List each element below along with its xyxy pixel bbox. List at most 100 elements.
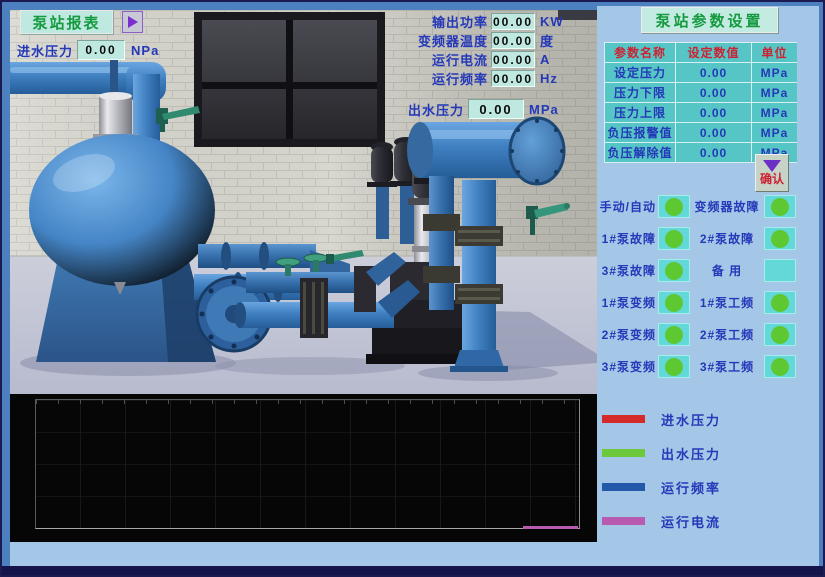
- output-power-value: 00.00: [491, 13, 535, 30]
- metric-row: 变频器温度 00.00 度: [370, 32, 572, 49]
- status-led: [665, 198, 683, 216]
- pump1-mains-label: 1#泵工频: [692, 294, 762, 311]
- pump1-fault-label: 1#泵故障: [597, 230, 656, 247]
- outlet-pressure-value: 0.00: [468, 99, 524, 119]
- indicator-row: 3#泵变频 3#泵工频: [597, 355, 819, 378]
- pump-station-3d-scene: 泵站报表 进水压力 0.00 NPa 输出功率 00.00 KW 变频器温度 0…: [10, 10, 597, 394]
- trend-plot-area: [35, 399, 580, 529]
- pump2-fault-label: 2#泵故障: [692, 230, 762, 247]
- legend-label-outlet: 出水压力: [661, 444, 721, 463]
- pump3-vfd-indicator: [658, 355, 690, 378]
- col-header-value: 设定数值: [676, 43, 751, 62]
- param-value-input[interactable]: 0.00: [676, 143, 751, 162]
- metric-row: 运行频率 00.00 Hz: [370, 70, 572, 87]
- run-current-unit: A: [540, 52, 572, 67]
- metrics-cluster: 输出功率 00.00 KW 变频器温度 00.00 度 运行电流 00.00 A…: [370, 13, 572, 89]
- param-unit: MPa: [752, 83, 797, 102]
- report-button-group: 泵站报表: [20, 10, 143, 34]
- legend-swatch-inlet: [602, 415, 645, 423]
- pump1-vfd-label: 1#泵变频: [597, 294, 656, 311]
- hmi-pump-station-screen: 泵站报表 进水压力 0.00 NPa 输出功率 00.00 KW 变频器温度 0…: [0, 0, 825, 577]
- status-led: [771, 198, 789, 216]
- confirm-button-label: 确认: [760, 170, 784, 187]
- inlet-pressure-value: 0.00: [77, 40, 125, 60]
- param-value-input[interactable]: 0.00: [676, 103, 751, 122]
- indicator-row: 手动/自动 变频器故障: [597, 195, 819, 218]
- pump2-mains-label: 2#泵工频: [692, 326, 762, 343]
- chart-gridlines: [36, 400, 579, 528]
- inverter-fault-label: 变频器故障: [692, 198, 762, 215]
- param-unit: MPa: [752, 123, 797, 142]
- inverter-temp-unit: 度: [540, 31, 572, 50]
- output-power-label: 输出功率: [370, 12, 488, 31]
- param-name: 设定压力: [605, 63, 675, 82]
- metric-row: 运行电流 00.00 A: [370, 51, 572, 68]
- spare-label: 备 用: [692, 262, 762, 279]
- outlet-pressure-group: 出水压力 0.00 MPa: [408, 99, 559, 119]
- report-button[interactable]: 泵站报表: [20, 10, 113, 34]
- spare-indicator: [764, 259, 796, 282]
- run-frequency-unit: Hz: [540, 71, 572, 86]
- status-led: [665, 358, 683, 376]
- inlet-pressure-group: 进水压力 0.00 NPa: [17, 40, 159, 60]
- pump3-mains-indicator: [764, 355, 796, 378]
- pump1-mains-indicator: [764, 291, 796, 314]
- legend-item: 进水压力: [602, 415, 721, 423]
- inlet-pressure-unit: NPa: [131, 43, 159, 58]
- inverter-temp-value: 00.00: [491, 32, 535, 49]
- metric-row: 输出功率 00.00 KW: [370, 13, 572, 30]
- outlet-pressure-unit: MPa: [529, 102, 559, 117]
- pump1-fault-indicator: [658, 227, 690, 250]
- confirm-button[interactable]: 确认: [755, 154, 789, 192]
- param-value-input[interactable]: 0.00: [676, 63, 751, 82]
- status-led: [665, 230, 683, 248]
- status-led: [665, 326, 683, 344]
- param-value-input[interactable]: 0.00: [676, 123, 751, 142]
- indicator-row: 3#泵故障 备 用: [597, 259, 819, 282]
- status-led: [665, 262, 683, 280]
- output-power-unit: KW: [540, 14, 572, 29]
- outlet-pressure-label: 出水压力: [408, 100, 464, 119]
- status-led: [771, 294, 789, 312]
- pump3-fault-indicator: [658, 259, 690, 282]
- param-unit: MPa: [752, 103, 797, 122]
- param-name: 压力上限: [605, 103, 675, 122]
- settings-panel: 泵站参数设置 参数名称 设定数值 单位 设定压力 0.00 MPa 压力下限 0…: [597, 6, 819, 570]
- run-frequency-label: 运行频率: [370, 69, 488, 88]
- settings-panel-title: 泵站参数设置: [641, 7, 778, 33]
- legend-label-inlet: 进水压力: [661, 410, 721, 429]
- legend-item: 运行频率: [602, 483, 721, 491]
- inlet-pressure-label: 进水压力: [17, 41, 73, 60]
- param-name: 负压解除值: [605, 143, 675, 162]
- indicator-row: 1#泵变频 1#泵工频: [597, 291, 819, 314]
- trend-legend: 进水压力 出水压力 运行频率 运行电流: [602, 415, 721, 551]
- param-name: 压力下限: [605, 83, 675, 102]
- manual-auto-label: 手动/自动: [597, 198, 656, 215]
- col-header-unit: 单位: [752, 43, 797, 62]
- pump2-fault-indicator: [764, 227, 796, 250]
- chart-footer-strip: [10, 542, 597, 568]
- status-indicators: 手动/自动 变频器故障 1#泵故障 2#泵故障 3#泵故障 备 用 1#泵变频: [597, 195, 819, 387]
- status-led: [771, 326, 789, 344]
- pump3-vfd-label: 3#泵变频: [597, 358, 656, 375]
- indicator-row: 2#泵变频 2#泵工频: [597, 323, 819, 346]
- pump3-mains-label: 3#泵工频: [692, 358, 762, 375]
- status-led: [771, 230, 789, 248]
- param-name: 负压报警值: [605, 123, 675, 142]
- status-led: [771, 358, 789, 376]
- run-frequency-value: 00.00: [491, 70, 535, 87]
- legend-item: 运行电流: [602, 517, 721, 525]
- pump2-vfd-label: 2#泵变频: [597, 326, 656, 343]
- param-value-input[interactable]: 0.00: [676, 83, 751, 102]
- legend-swatch-outlet: [602, 449, 645, 457]
- report-nav-button[interactable]: [122, 11, 143, 33]
- pump1-vfd-indicator: [658, 291, 690, 314]
- legend-label-current: 运行电流: [661, 512, 721, 531]
- param-unit: MPa: [752, 63, 797, 82]
- col-header-name: 参数名称: [605, 43, 675, 62]
- status-led: [665, 294, 683, 312]
- trend-chart: [10, 394, 597, 542]
- inverter-temp-label: 变频器温度: [370, 31, 488, 50]
- inverter-fault-indicator: [764, 195, 796, 218]
- play-arrow-icon: [128, 16, 138, 28]
